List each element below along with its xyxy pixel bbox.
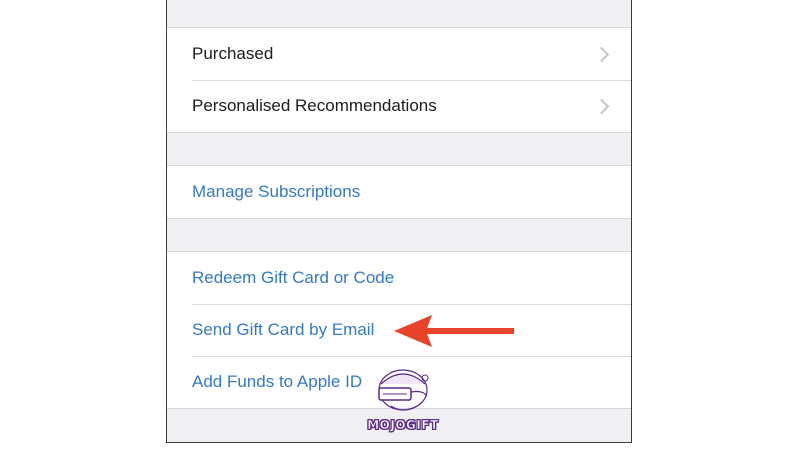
chevron-right-icon (593, 98, 610, 115)
red-arrow-left-icon (394, 315, 514, 347)
redeem-gift-card-link[interactable]: Redeem Gift Card or Code (192, 268, 394, 288)
manage-subscriptions-row[interactable]: Manage Subscriptions (167, 166, 631, 218)
subscriptions-group: Manage Subscriptions (167, 165, 631, 219)
mojogift-watermark: MOJOGIFT (365, 368, 441, 438)
redeem-gift-card-row[interactable]: Redeem Gift Card or Code (167, 252, 631, 304)
send-gift-card-link[interactable]: Send Gift Card by Email (192, 320, 374, 340)
mascot-icon (378, 369, 429, 411)
purchased-label: Purchased (192, 44, 274, 63)
manage-subscriptions-link[interactable]: Manage Subscriptions (192, 182, 360, 202)
personalised-recommendations-row[interactable]: Personalised Recommendations (167, 80, 631, 132)
personalised-recommendations-label: Personalised Recommendations (192, 96, 437, 115)
add-funds-link[interactable]: Add Funds to Apple ID (192, 372, 362, 392)
account-group: Purchased Personalised Recommendations (167, 27, 631, 133)
watermark-text: MOJOGIFT (367, 418, 439, 433)
purchased-row[interactable]: Purchased (167, 28, 631, 80)
chevron-right-icon (593, 46, 610, 63)
